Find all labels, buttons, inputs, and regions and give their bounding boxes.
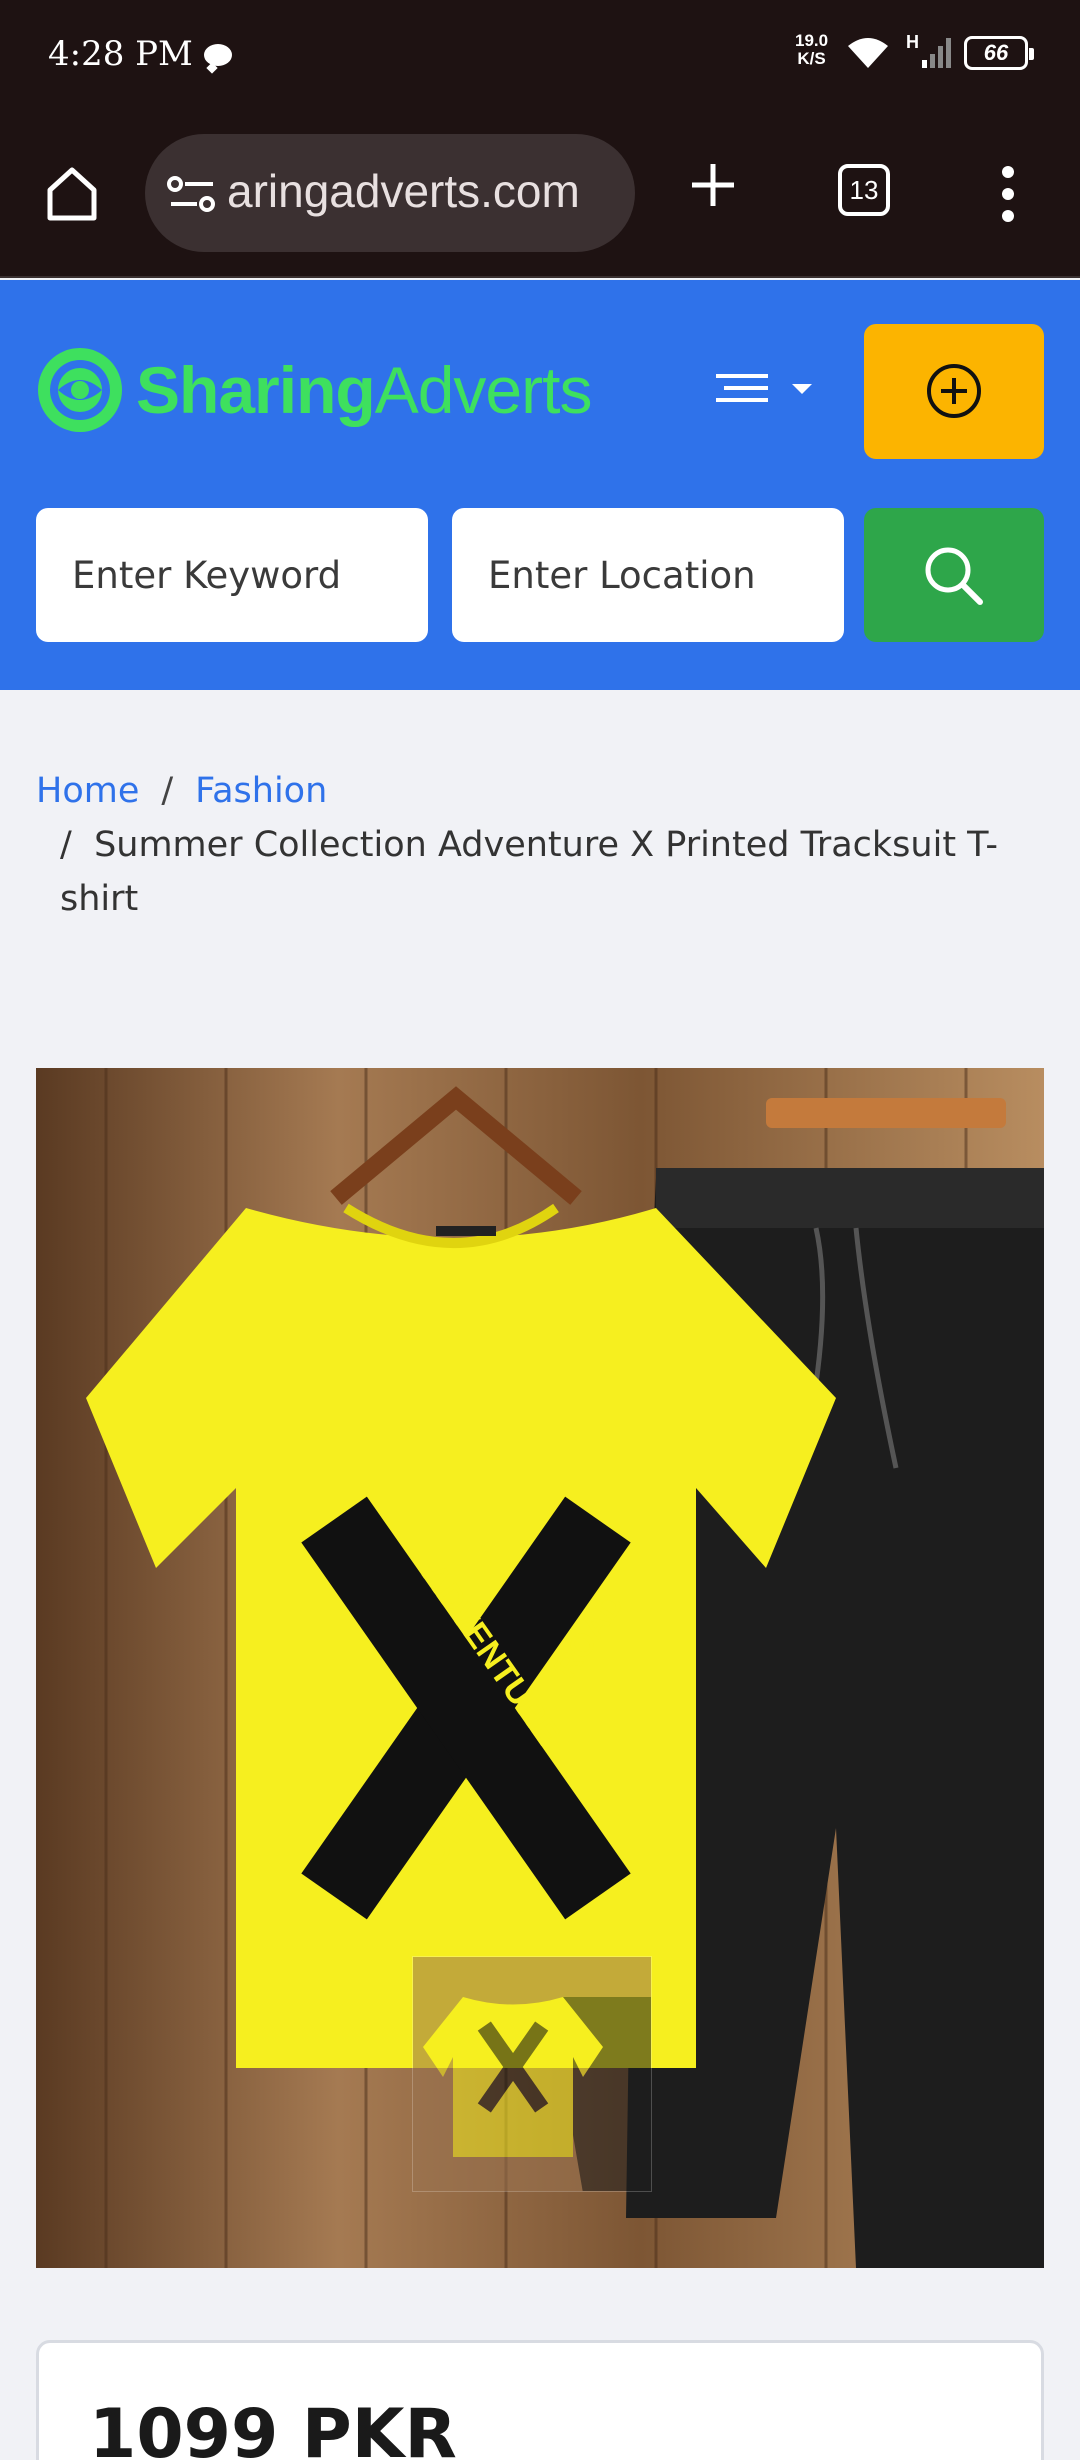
site-header: SharingAdverts: [0, 280, 1080, 690]
status-bar: 4:28 PM 19.0 K/S H 66: [0, 0, 1080, 110]
new-tab-icon[interactable]: [688, 160, 738, 210]
menu-toggle-icon[interactable]: [712, 366, 822, 416]
wifi-icon: [848, 38, 888, 68]
search-button[interactable]: [864, 508, 1044, 642]
breadcrumb: Home / Fashion / Summer Collection Adventu…: [36, 764, 1036, 926]
network-type: H: [906, 32, 919, 52]
home-icon[interactable]: [40, 162, 104, 226]
thumbnail-photo: [413, 1957, 651, 2191]
breadcrumb-current: / Summer Collection Adventure X Printed …: [36, 818, 1036, 926]
price-card: 1099 PKR: [36, 2340, 1044, 2460]
logo-text-part1: Sharing: [136, 353, 376, 427]
battery-icon: 66: [964, 36, 1034, 70]
product-image[interactable]: ADVENTURE OFF ROAD: [36, 1068, 1044, 2268]
location-input[interactable]: [452, 508, 844, 642]
browser-toolbar: aringadverts.com 13: [0, 110, 1080, 278]
keyword-input[interactable]: [36, 508, 428, 642]
add-circle-icon: [927, 364, 981, 418]
product-price: 1099 PKR: [89, 2395, 457, 2460]
more-options-icon[interactable]: [998, 166, 1018, 232]
logo-mark-icon: [38, 348, 122, 432]
network-speed-value: 19.0: [795, 31, 829, 50]
tab-switcher-button[interactable]: 13: [838, 164, 890, 216]
post-ad-button[interactable]: [864, 324, 1044, 459]
breadcrumb-home[interactable]: Home: [36, 771, 139, 811]
address-bar[interactable]: aringadverts.com: [145, 134, 635, 252]
network-speed: 19.0 K/S: [795, 32, 828, 68]
logo-text-part2: Adverts: [374, 353, 593, 427]
breadcrumb-separator: /: [60, 825, 72, 865]
message-notification-icon: [204, 44, 232, 66]
status-time: 4:28 PM: [48, 34, 193, 74]
breadcrumb-category[interactable]: Fashion: [195, 771, 327, 811]
breadcrumb-separator: /: [161, 771, 174, 811]
search-icon: [925, 547, 983, 605]
site-settings-icon[interactable]: [167, 174, 217, 214]
product-thumbnail[interactable]: [412, 1956, 652, 2192]
breadcrumb-current-title: Summer Collection Adventure X Printed Tr…: [60, 825, 998, 919]
signal-icon: [922, 38, 951, 68]
network-speed-unit: K/S: [797, 49, 826, 68]
logo-text: SharingAdverts: [136, 352, 593, 428]
url-text: aringadverts.com: [227, 165, 580, 217]
